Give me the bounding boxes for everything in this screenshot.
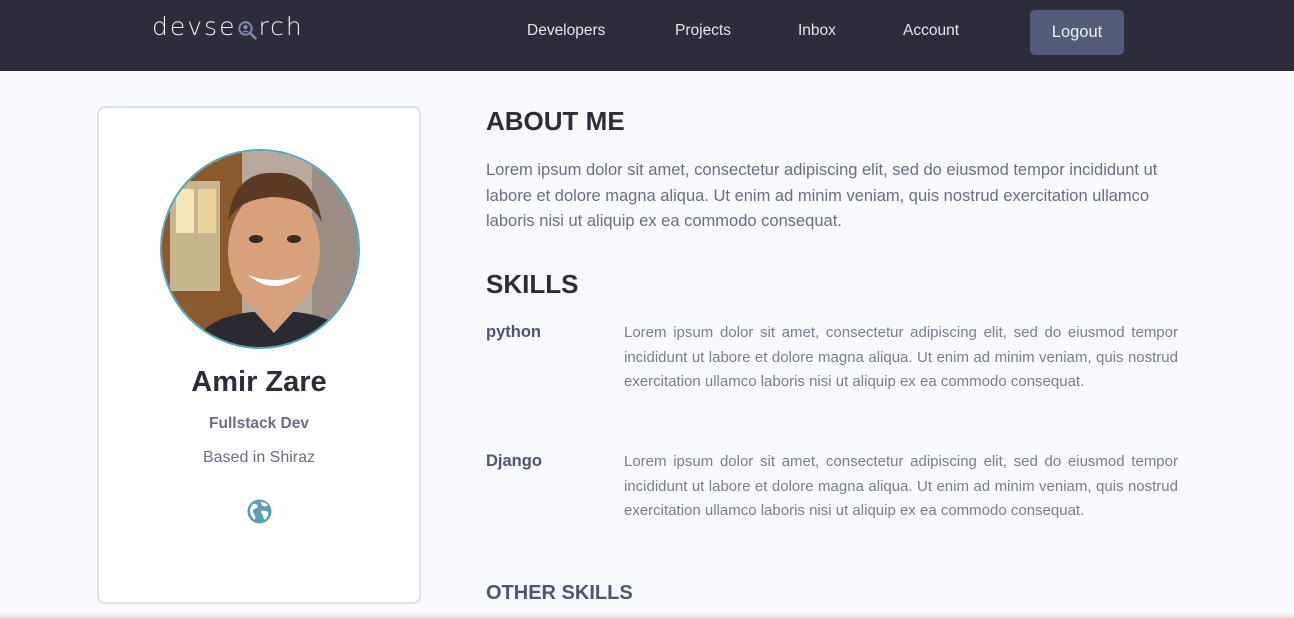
nav-link-projects[interactable]: Projects xyxy=(675,22,731,40)
other-skills-heading: OTHER SKILLS xyxy=(486,582,633,604)
globe-icon[interactable] xyxy=(247,499,272,524)
avatar xyxy=(160,149,360,349)
logo[interactable]: devse rch xyxy=(152,12,304,41)
about-text: Lorem ipsum dolor sit amet, consectetur … xyxy=(486,161,1158,230)
scroll-shadow xyxy=(0,612,1294,618)
skill-description: Lorem ipsum dolor sit amet, consectetur … xyxy=(624,453,1178,519)
magnifier-person-icon xyxy=(237,17,258,40)
skill-name: Django xyxy=(486,452,542,470)
nav-link-developers[interactable]: Developers xyxy=(527,22,605,40)
developer-title: Fullstack Dev xyxy=(209,415,309,432)
about-heading: ABOUT ME xyxy=(486,106,625,136)
logo-text-left: devse xyxy=(152,12,237,41)
skills-heading: SKILLS xyxy=(486,269,579,299)
logout-button[interactable]: Logout xyxy=(1030,10,1124,55)
profile-card: Amir Zare Fullstack Dev Based in Shiraz xyxy=(97,106,421,604)
nav-link-inbox[interactable]: Inbox xyxy=(798,22,836,40)
developer-name: Amir Zare xyxy=(191,366,327,398)
navbar: devse rch Developers Projects Inbox Acco… xyxy=(0,0,1294,71)
logo-text-right: rch xyxy=(258,12,304,41)
developer-location: Based in Shiraz xyxy=(202,449,316,466)
nav-link-account[interactable]: Account xyxy=(903,22,959,40)
skill-description: Lorem ipsum dolor sit amet, consectetur … xyxy=(624,324,1178,390)
skill-name: python xyxy=(486,323,541,341)
